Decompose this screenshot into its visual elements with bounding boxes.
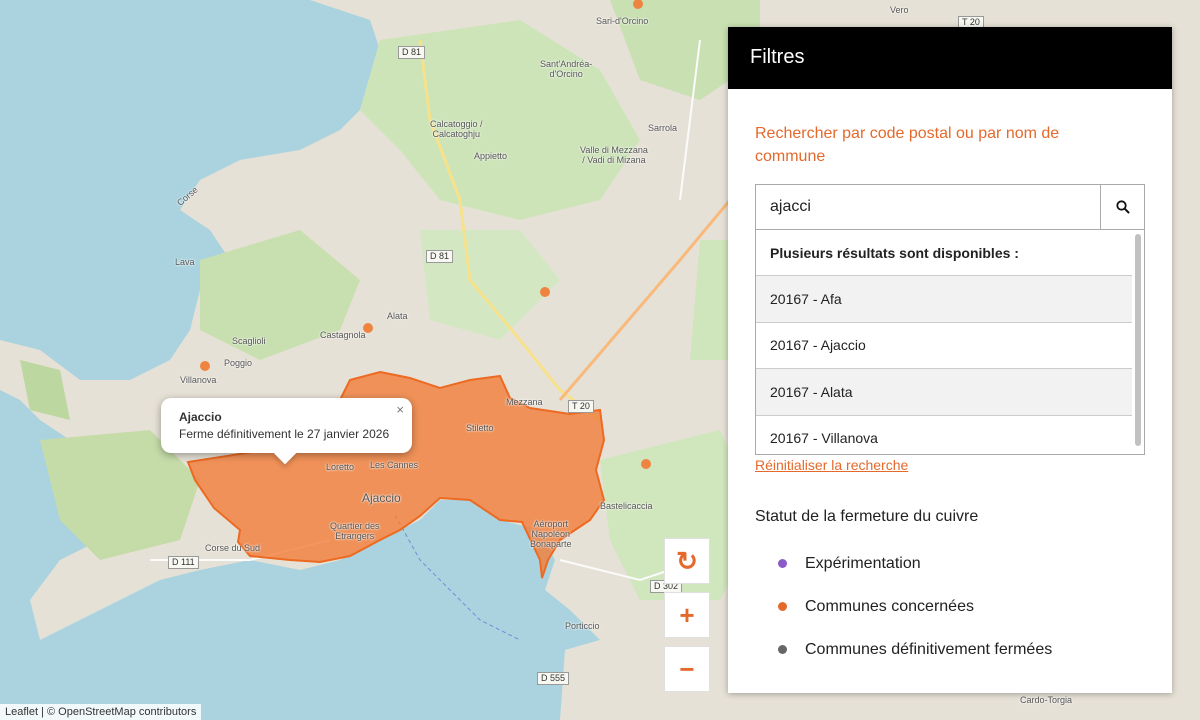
status-legend: Expérimentation Communes concernées Comm…	[755, 542, 1145, 671]
status-title: Statut de la fermeture du cuivre	[755, 508, 979, 525]
search-label: Rechercher par code postal ou par nom de…	[755, 125, 1060, 165]
place-label: Stiletto	[466, 423, 494, 433]
result-item[interactable]: 20167 - Ajaccio	[756, 323, 1132, 369]
search-icon	[1115, 200, 1129, 214]
place-label: Sari-d'Orcino	[596, 16, 649, 26]
road-label: D 81	[398, 46, 426, 59]
search-results[interactable]: Plusieurs résultats sont disponibles : 2…	[755, 230, 1145, 455]
results-heading: Plusieurs résultats sont disponibles :	[756, 230, 1132, 276]
place-label: Ajaccio	[362, 491, 401, 505]
place-label: Appietto	[474, 151, 508, 161]
place-label: Scaglioli	[232, 336, 266, 346]
place-label: Porticcio	[565, 621, 600, 631]
legend-item-closed: Communes définitivement fermées	[755, 628, 1145, 671]
legend-dot-icon	[778, 602, 787, 611]
legend-item-experimentation: Expérimentation	[755, 542, 1145, 585]
zoom-out-button[interactable]: −	[664, 646, 710, 692]
search-button[interactable]	[1100, 185, 1144, 229]
place-label: Villanova	[180, 375, 217, 385]
legend-dot-icon	[778, 645, 787, 654]
place-label: Sant'Andréa- d'Orcino	[540, 59, 593, 79]
close-icon[interactable]: ×	[396, 402, 404, 417]
panel-body: Rechercher par code postal ou par nom de…	[728, 89, 1172, 671]
commune-popup: Ajaccio Ferme définitivement le 27 janvi…	[161, 398, 412, 465]
road-label: D 81	[426, 250, 454, 263]
popup-text: Ferme définitivement le 27 janvier 2026	[179, 427, 390, 441]
place-label: Poggio	[224, 358, 253, 368]
place-label: Vero	[890, 5, 909, 15]
search-box	[755, 184, 1145, 230]
filters-panel: Filtres Rechercher par code postal ou pa…	[728, 27, 1172, 693]
place-label: Alata	[387, 311, 408, 321]
place-label: Aéroport Napoléon Bonaparte	[530, 519, 572, 549]
legend-label: Communes concernées	[805, 597, 974, 615]
place-label: Valle di Mezzana / Vadi di Mizana	[580, 145, 648, 165]
place-label: Sarrola	[648, 123, 678, 133]
place-label: Les Cannes	[370, 460, 419, 470]
legend-dot-icon	[778, 559, 787, 568]
road-label: D 111	[168, 556, 199, 569]
legend-item-concerned: Communes concernées	[755, 585, 1145, 628]
place-label: Castagnola	[320, 330, 366, 340]
search-input[interactable]	[756, 185, 1100, 229]
result-item[interactable]: 20167 - Alata	[756, 369, 1132, 416]
place-label: Bastelicaccia	[600, 501, 653, 511]
legend-label: Communes définitivement fermées	[805, 640, 1053, 658]
road-label: T 20	[568, 400, 594, 413]
place-label: Cardo-Torgia	[1020, 695, 1073, 705]
place-label: Corse du Sud	[205, 543, 261, 553]
road-label: D 555	[537, 672, 570, 685]
place-label: Calcatoggio / Calcatoghju	[430, 119, 483, 139]
result-item[interactable]: 20167 - Villanova	[756, 416, 1132, 455]
place-label: Mezzana	[506, 397, 543, 407]
result-item[interactable]: 20167 - Afa	[756, 276, 1132, 323]
place-label: Quartier des Etrangers	[330, 521, 380, 541]
reset-search-link[interactable]: Réinitialiser la recherche	[755, 457, 908, 473]
map-attribution[interactable]: Leaflet | © OpenStreetMap contributors	[0, 704, 202, 720]
popup-title: Ajaccio	[179, 410, 222, 424]
legend-label: Expérimentation	[805, 554, 921, 572]
place-label: Loretto	[326, 462, 355, 472]
zoom-in-button[interactable]: +	[664, 592, 710, 638]
results-scrollbar[interactable]	[1135, 234, 1141, 446]
panel-title: Filtres	[728, 27, 1172, 89]
place-label: Lava	[175, 257, 195, 267]
refresh-button[interactable]: ↻	[664, 538, 710, 584]
